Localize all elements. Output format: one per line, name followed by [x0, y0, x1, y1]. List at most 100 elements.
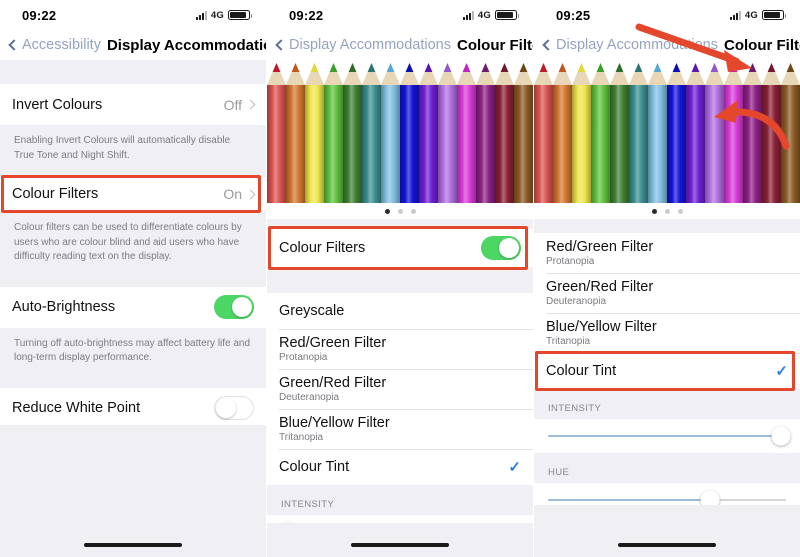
pencil-tip [572, 63, 591, 85]
network-type-label: 4G [744, 9, 758, 21]
pencil-lead [514, 63, 533, 72]
pencil-lead [534, 63, 553, 72]
filter-option-row[interactable]: Greyscale [267, 293, 533, 329]
row-colour-filters-toggle[interactable]: Colour Filters [267, 229, 533, 267]
phone-panel-display-accommodations: 09:22 4G Accessibility Display Accommoda… [0, 0, 267, 557]
colour-pencils-preview[interactable] [534, 60, 800, 203]
pencil-body [534, 85, 553, 203]
pencil-tip [514, 63, 533, 85]
filter-option-label: Colour Tint [279, 459, 350, 475]
pencil-body [629, 85, 648, 203]
pencil-body [286, 85, 305, 203]
page-dot[interactable] [384, 208, 390, 214]
pencil-body [305, 85, 324, 203]
pencil [705, 63, 724, 203]
row-auto-brightness[interactable]: Auto-Brightness [0, 286, 266, 328]
pencil [514, 63, 533, 203]
intensity-slider-row[interactable] [534, 419, 800, 453]
back-button-label: Display Accommodations [289, 37, 451, 53]
intensity-section-label: INTENSITY [534, 389, 800, 419]
back-button[interactable]: Display Accommodations [275, 37, 451, 53]
battery-icon [495, 10, 519, 20]
row-colour-filters-text: Colour Filters [12, 186, 98, 202]
pencil [781, 63, 800, 203]
pencil-body [743, 85, 762, 203]
phone-panel-colour-tint-sliders: 09:25 4G Display Accommodations Colour F… [534, 0, 800, 557]
pencil-row [267, 63, 533, 203]
pencil-tip [610, 63, 629, 85]
filter-option-text: Blue/Yellow Filter Tritanopia [279, 415, 390, 443]
filter-option-text: Green/Red Filter Deuteranopia [546, 279, 653, 307]
home-indicator[interactable] [351, 543, 449, 547]
pencil [476, 63, 495, 203]
filter-option-text: Green/Red Filter Deuteranopia [279, 375, 386, 403]
row-invert-colours-label: Invert Colours [12, 96, 103, 113]
row-reduce-white-point[interactable]: Reduce White Point [0, 387, 266, 429]
pencil-tip [457, 63, 476, 85]
intensity-slider-track[interactable] [548, 426, 791, 446]
phone-panel-colour-filters-list: 09:22 4G Display Accommodations Colour F… [267, 0, 534, 557]
pencil-lead [457, 63, 476, 72]
filter-option-text: Greyscale [279, 303, 344, 319]
colour-pencils-preview[interactable] [267, 60, 533, 203]
pencil-tip [267, 63, 286, 85]
toggle-auto-brightness[interactable] [214, 295, 254, 319]
filter-option-row[interactable]: Green/Red Filter Deuteranopia [534, 273, 800, 313]
pencil [762, 63, 781, 203]
filter-option-row[interactable]: Blue/Yellow Filter Tritanopia [267, 409, 533, 449]
signal-bars-icon [195, 10, 207, 20]
signal-bars-icon [462, 10, 474, 20]
pencil [534, 63, 553, 203]
filter-option-row[interactable]: Red/Green Filter Protanopia [534, 233, 800, 273]
row-invert-colours-text: Invert Colours [12, 97, 102, 113]
filter-option-sublabel: Tritanopia [279, 432, 324, 443]
filter-option-row[interactable]: Green/Red Filter Deuteranopia [267, 369, 533, 409]
page-title: Colour Filters [724, 36, 800, 54]
pencil-tip [324, 63, 343, 85]
network-type-label: 4G [477, 9, 491, 21]
toggle-reduce-white-point[interactable] [214, 396, 254, 420]
home-indicator[interactable] [618, 543, 716, 547]
intensity-slider-fill [548, 435, 782, 437]
pencil-row [534, 63, 800, 203]
row-auto-brightness-label: Auto-Brightness [12, 299, 116, 315]
pencil-tip [381, 63, 400, 85]
row-colour-filters[interactable]: Colour Filters On [0, 177, 266, 211]
battery-icon [228, 10, 252, 20]
page-dot[interactable] [651, 208, 657, 214]
home-indicator[interactable] [84, 543, 182, 547]
pencil-lead [724, 63, 743, 72]
pencil-lead [305, 63, 324, 72]
pencil-body [591, 85, 610, 203]
intensity-slider-knob[interactable] [771, 426, 791, 446]
row-colour-filters-value-group: On [223, 186, 256, 202]
filter-option-text: Colour Tint [546, 363, 616, 379]
filter-option-label: Green/Red Filter [279, 375, 387, 391]
page-dot[interactable] [677, 208, 683, 214]
page-dots[interactable] [534, 203, 800, 219]
pencil-lead [667, 63, 686, 72]
page-dot[interactable] [410, 208, 416, 214]
chevron-left-icon [542, 39, 554, 51]
filter-option-sublabel: Protanopia [546, 256, 595, 267]
filter-option-text: Red/Green Filter Protanopia [546, 239, 653, 267]
toggle-colour-filters[interactable] [481, 236, 521, 260]
page-dot[interactable] [664, 208, 670, 214]
hue-slider-track[interactable] [548, 490, 786, 510]
filter-option-row[interactable]: Colour Tint ✓ [267, 449, 533, 485]
filter-option-row[interactable]: Red/Green Filter Protanopia [267, 329, 533, 369]
filter-option-sublabel: Deuteranopia [546, 296, 607, 307]
page-dot[interactable] [397, 208, 403, 214]
filter-option-row[interactable]: Colour Tint ✓ [534, 351, 800, 391]
pencil-body [476, 85, 495, 203]
bottom-filler [267, 523, 533, 557]
pencil-body [610, 85, 629, 203]
filter-option-row[interactable]: Blue/Yellow Filter Tritanopia [534, 313, 800, 353]
pencil [324, 63, 343, 203]
row-invert-colours[interactable]: Invert Colours Off [0, 84, 266, 125]
back-button[interactable]: Display Accommodations [542, 37, 718, 53]
pencil-body [762, 85, 781, 203]
back-button[interactable]: Accessibility [8, 37, 101, 53]
pencil-body [667, 85, 686, 203]
page-dots[interactable] [267, 203, 533, 219]
